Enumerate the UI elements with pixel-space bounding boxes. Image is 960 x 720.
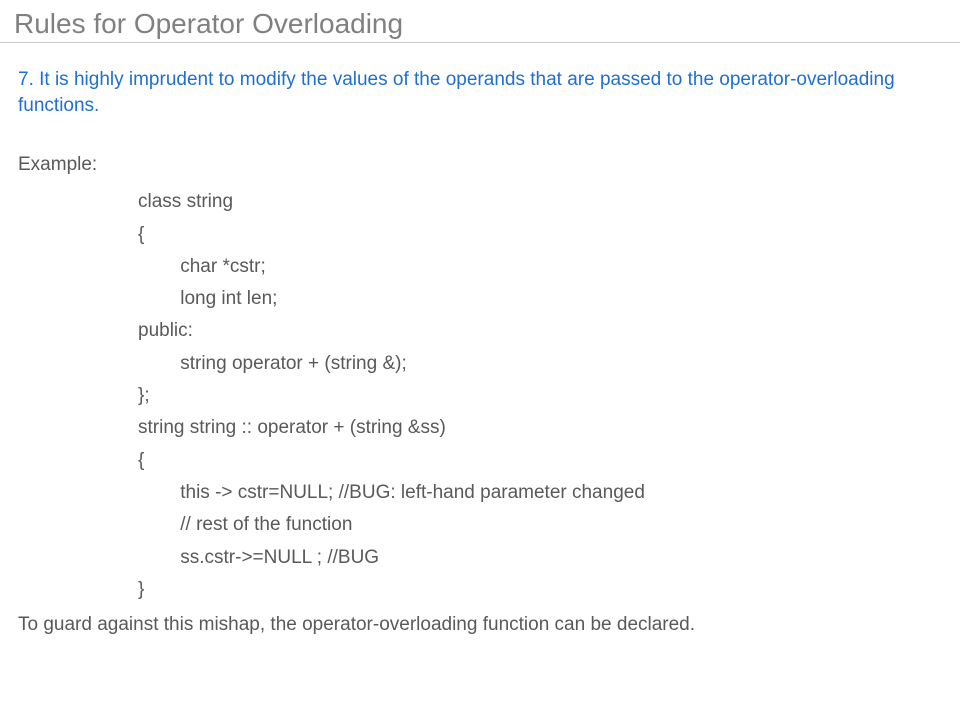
footer-note: To guard against this mishap, the operat… — [18, 614, 942, 636]
code-example: class string { char *cstr; long int len;… — [138, 186, 942, 606]
content-area: 7. It is highly imprudent to modify the … — [0, 67, 960, 636]
rule-statement: 7. It is highly imprudent to modify the … — [18, 67, 942, 118]
page-title: Rules for Operator Overloading — [0, 0, 960, 43]
example-label: Example: — [18, 154, 942, 176]
